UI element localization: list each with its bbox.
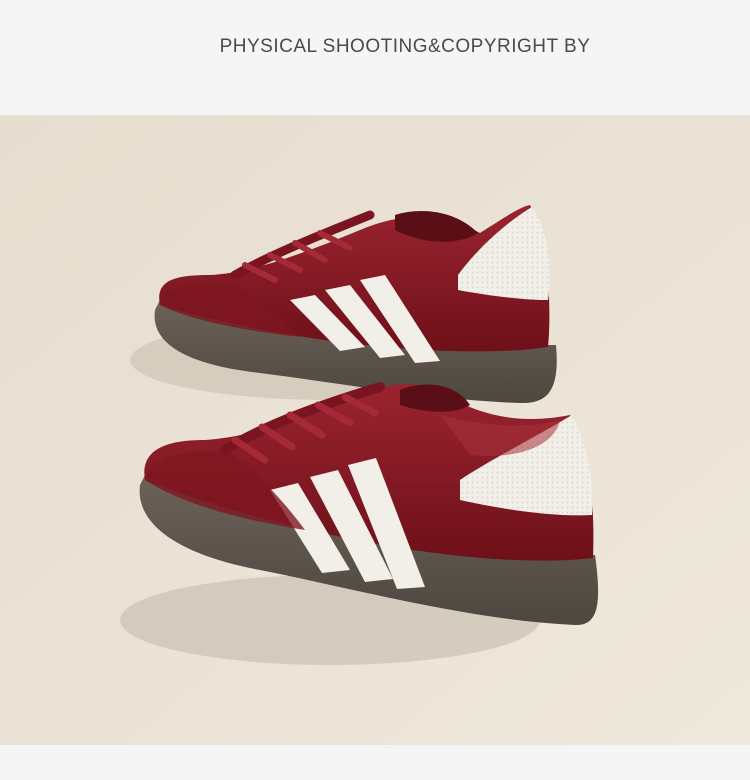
footer-band <box>0 745 750 780</box>
header-banner: PHYSICAL SHOOTING&COPYRIGHT BY <box>0 0 750 115</box>
product-photo <box>0 115 750 745</box>
sneakers-illustration <box>0 115 750 745</box>
copyright-caption: PHYSICAL SHOOTING&COPYRIGHT BY <box>219 36 591 57</box>
